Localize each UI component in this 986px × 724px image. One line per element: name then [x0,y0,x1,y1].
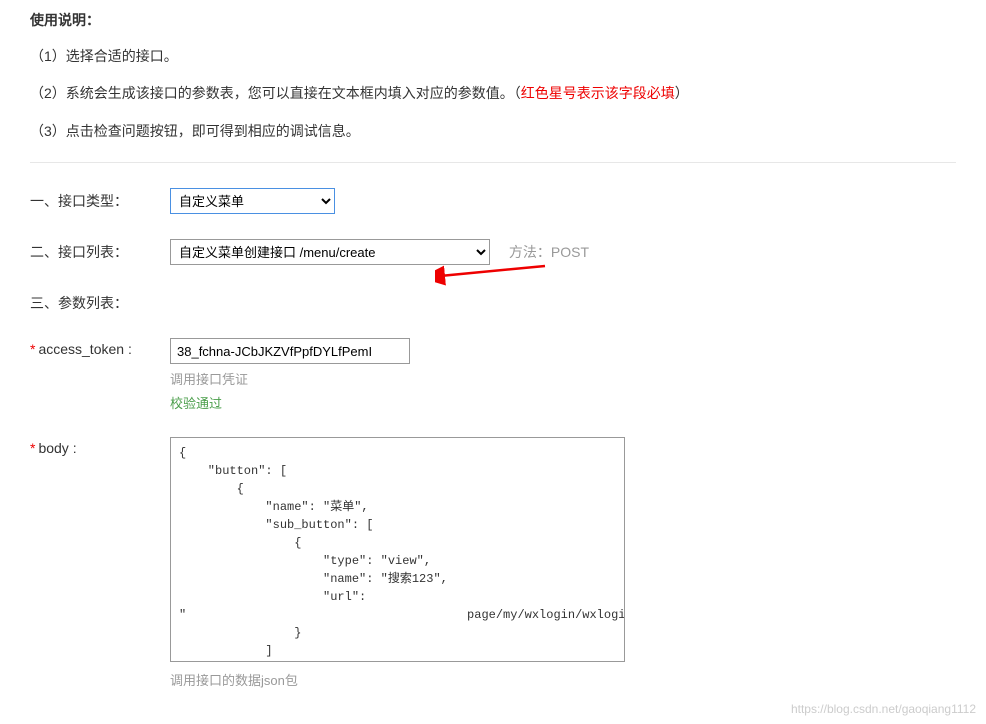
label-access-token-text: access_token : [38,341,131,357]
instruction-line-1: （1）选择合适的接口。 [30,45,956,67]
required-asterisk-body: * [30,440,35,456]
row-interface-type: 一、接口类型： 自定义菜单 [30,188,956,214]
select-interface-list[interactable]: 自定义菜单创建接口 /menu/create [170,239,490,265]
required-asterisk: * [30,341,35,357]
instruction-line-3: （3）点击检查问题按钮，即可得到相应的调试信息。 [30,120,956,142]
label-body: *body : [30,437,170,456]
hint-access-token: 调用接口凭证 [170,369,956,388]
instruction-line-2: （2）系统会生成该接口的参数表，您可以直接在文本框内填入对应的参数值。（红色星号… [30,82,956,104]
row-interface-list: 二、接口列表： 自定义菜单创建接口 /menu/create 方法：POST [30,239,956,265]
instruction-line-2-prefix: （2）系统会生成该接口的参数表，您可以直接在文本框内填入对应的参数值。（ [30,85,521,101]
watermark: https://blog.csdn.net/gaoqiang1112 [791,702,976,716]
instruction-line-2-suffix: ） [675,85,689,101]
instruction-line-2-red: 红色星号表示该字段必填 [521,85,675,101]
success-access-token: 校验通过 [170,393,956,412]
section-divider [30,162,956,163]
row-body: *body : { "button": [ { "name": "菜单", "s… [30,437,956,689]
label-access-token: *access_token : [30,338,170,357]
row-access-token: *access_token : 调用接口凭证 校验通过 [30,338,956,412]
select-interface-type[interactable]: 自定义菜单 [170,188,335,214]
instructions-title: 使用说明： [30,10,956,30]
hint-body: 调用接口的数据json包 [170,670,956,689]
input-access-token[interactable] [170,338,410,364]
label-body-text: body : [38,440,76,456]
label-interface-type: 一、接口类型： [30,188,170,211]
textarea-body[interactable]: { "button": [ { "name": "菜单", "sub_butto… [170,437,625,662]
method-label: 方法：POST [509,244,589,260]
label-interface-list: 二、接口列表： [30,239,170,262]
row-params-header: 三、参数列表： [30,290,956,313]
label-params: 三、参数列表： [30,290,170,313]
